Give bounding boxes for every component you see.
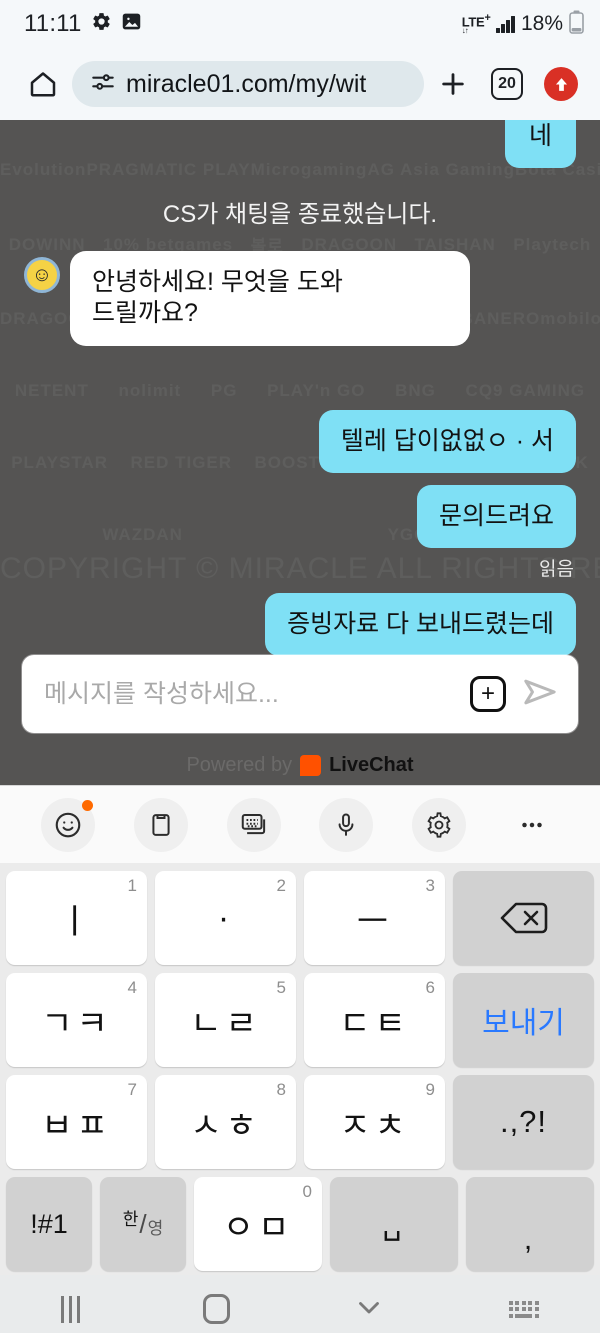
message-row-outgoing: 증빙자료 다 보내드렸는데 [24, 593, 576, 657]
new-tab-button[interactable] [428, 59, 478, 109]
backspace-key[interactable] [453, 871, 594, 965]
message-bubble-incoming: 안녕하세요! 무엇을 도와 드릴까요? [70, 251, 470, 346]
powered-by-text: Powered by [186, 754, 293, 776]
key-nieun-rieul[interactable]: 5 ㄴㄹ [155, 973, 296, 1067]
livechat-logo-icon [300, 755, 322, 776]
system-nav-bar [0, 1275, 600, 1333]
key-digeut-tieut[interactable]: 6 ㄷㅌ [304, 973, 445, 1067]
recents-icon[interactable] [61, 1295, 81, 1323]
gallery-status-icon [121, 11, 142, 37]
symbols-key[interactable]: !#1 [6, 1177, 92, 1271]
emoji-button[interactable] [41, 797, 96, 852]
phone-screen: 11:11 LTE+ ↓↑ 18% miracle01.com/my/wit 2… [0, 0, 600, 1333]
attach-button[interactable]: + [470, 676, 506, 712]
message-composer: + [0, 655, 600, 733]
key-eu[interactable]: 3 ㅡ [304, 871, 445, 965]
key-siot-hieut[interactable]: 8 ㅅㅎ [155, 1075, 296, 1169]
battery-icon [569, 10, 584, 39]
keyboard-row: !#1 한 / 영 0 ㅇㅁ ␣ , [6, 1177, 594, 1271]
keyboard-stack-button[interactable] [226, 797, 281, 852]
home-square-icon[interactable] [202, 1294, 230, 1324]
message-input[interactable] [44, 679, 456, 709]
space-key[interactable]: ␣ [330, 1177, 458, 1271]
message-row-outgoing: 텔레 답이없없ㅇ · 서 [24, 409, 576, 473]
voice-input-button[interactable] [319, 797, 374, 852]
status-bar-left: 11:11 [24, 10, 142, 38]
chat-page: Evolution PRAGMATIC PLAY Microgaming AG Asi… [0, 120, 600, 785]
message-receipt: 읽음 [539, 559, 574, 580]
backspace-icon [500, 902, 547, 934]
keyboard-row: 1 ㅣ 2 · 3 ㅡ [6, 871, 594, 965]
update-button[interactable] [536, 59, 586, 109]
tab-switcher-button[interactable]: 20 [482, 59, 532, 109]
network-type-icon: LTE+ ↓↑ [461, 11, 491, 36]
status-bar: 11:11 LTE+ ↓↑ 18% [0, 0, 600, 48]
gear-icon[interactable] [411, 797, 466, 852]
chevron-down-icon[interactable] [352, 1290, 386, 1329]
language-toggle-label: 한 / 영 [122, 1209, 164, 1239]
key-giyeok-kieuk[interactable]: 4 ㄱㅋ [6, 973, 147, 1067]
tab-count[interactable]: 20 [491, 68, 523, 100]
settings-status-icon [91, 11, 112, 37]
keyboard-toolbar [0, 785, 600, 863]
comma-key[interactable]: , [466, 1177, 594, 1271]
keyboard-small-icon[interactable] [508, 1300, 539, 1318]
language-toggle-key[interactable]: 한 / 영 [100, 1177, 186, 1271]
ellipsis-icon[interactable] [505, 798, 559, 852]
korean-keyboard[interactable]: 1 ㅣ 2 · 3 ㅡ 4 ㄱㅋ 5 ㄴㄹ 6 ㄷㅌ 보내기 7 ㅂㅍ 8 ㅅㅎ… [0, 863, 600, 1275]
punctuation-key[interactable]: .,?! [453, 1075, 594, 1169]
url-text[interactable]: miracle01.com/my/wit [126, 70, 366, 99]
send-key[interactable]: 보내기 [453, 973, 594, 1067]
send-paperplane-icon[interactable] [520, 672, 560, 717]
site-settings-icon[interactable] [90, 69, 116, 100]
signal-strength-icon [496, 15, 515, 33]
system-message: CS가 채팅을 종료했습니다. [162, 201, 438, 228]
emoji-new-badge [82, 799, 94, 811]
message-bubble-outgoing: 문의드려요 [416, 484, 576, 548]
home-icon[interactable] [18, 59, 68, 109]
message-bubble-outgoing: 증빙자료 다 보내드렸는데 [265, 593, 576, 657]
composer-field-wrap[interactable]: + [22, 655, 578, 733]
keyboard-row: 4 ㄱㅋ 5 ㄴㄹ 6 ㄷㅌ 보내기 [6, 973, 594, 1067]
status-time: 11:11 [24, 10, 82, 37]
clipboard-button[interactable] [133, 797, 188, 852]
url-bar[interactable]: miracle01.com/my/wit [72, 61, 424, 107]
browser-toolbar: miracle01.com/my/wit 20 [0, 48, 600, 120]
message-bubble-outgoing: 네 [504, 120, 576, 168]
key-ieung-mieum[interactable]: 0 ㅇㅁ [194, 1177, 322, 1271]
livechat-brand: LiveChat [329, 754, 414, 776]
key-dot[interactable]: 2 · [155, 871, 296, 965]
battery-percent: 18% [520, 12, 563, 35]
message-row-outgoing: 문의드려요 [24, 484, 576, 548]
update-arrow-icon[interactable] [544, 67, 578, 101]
status-bar-right: LTE+ ↓↑ 18% [462, 10, 584, 39]
powered-by-livechat: Powered by LiveChat [0, 754, 600, 777]
keyboard-row: 7 ㅂㅍ 8 ㅅㅎ 9 ㅈㅊ .,?! [6, 1075, 594, 1169]
key-i[interactable]: 1 ㅣ [6, 871, 147, 965]
key-jieut-chieut[interactable]: 9 ㅈㅊ [304, 1075, 445, 1169]
message-bubble-outgoing: 텔레 답이없없ㅇ · 서 [318, 409, 576, 473]
key-bieup-pieup[interactable]: 7 ㅂㅍ [6, 1075, 147, 1169]
agent-avatar-icon: ☺ [24, 257, 60, 293]
message-row-incoming: ☺ 안녕하세요! 무엇을 도와 드릴까요? [24, 251, 576, 346]
